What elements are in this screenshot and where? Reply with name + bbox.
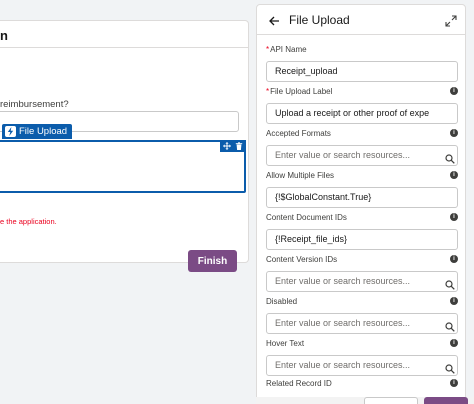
info-icon[interactable]: i — [450, 87, 458, 95]
api-name-label: *API Name — [266, 45, 307, 54]
search-icon[interactable] — [445, 151, 455, 164]
info-icon[interactable]: i — [450, 255, 458, 263]
component-actions — [220, 140, 246, 152]
canvas-header-title: n — [0, 28, 8, 43]
info-icon[interactable]: i — [450, 129, 458, 137]
panel-title: File Upload — [289, 13, 350, 27]
component-tag-label: File Upload — [19, 126, 68, 137]
lightning-bolt-icon — [5, 126, 16, 137]
search-icon[interactable] — [445, 319, 455, 332]
file-upload-label-label: *File Upload Label — [266, 87, 333, 96]
search-icon[interactable] — [445, 361, 455, 374]
canvas-header: n — [0, 21, 248, 48]
content-version-ids-input[interactable]: Enter value or search resources... — [266, 271, 458, 292]
file-upload-label-input[interactable]: Upload a receipt or other proof of expe — [266, 103, 458, 124]
accepted-formats-label: Accepted Formats — [266, 129, 331, 138]
api-name-input[interactable]: Receipt_upload — [266, 61, 458, 82]
content-document-ids-label: Content Document IDs — [266, 213, 347, 222]
allow-multiple-files-input[interactable]: {!$GlobalConstant.True} — [266, 187, 458, 208]
content-document-ids-input[interactable]: {!Receipt_file_ids} — [266, 229, 458, 250]
hover-text-input[interactable]: Enter value or search resources... — [266, 355, 458, 376]
arrow-left-icon[interactable] — [268, 14, 280, 26]
error-message: e the application. — [0, 217, 57, 226]
disabled-input[interactable]: Enter value or search resources... — [266, 313, 458, 334]
info-icon[interactable]: i — [450, 213, 458, 221]
properties-panel: File Upload *API Name Receipt_upload *Fi… — [256, 4, 466, 404]
hover-text-label: Hover Text — [266, 339, 305, 348]
finish-button[interactable]: Finish — [188, 250, 237, 272]
accepted-formats-input[interactable]: Enter value or search resources... — [266, 145, 458, 166]
info-icon[interactable]: i — [450, 297, 458, 305]
file-upload-component-tag[interactable]: File Upload — [2, 124, 73, 139]
move-icon[interactable] — [223, 137, 231, 155]
trash-icon[interactable] — [235, 137, 243, 155]
allow-multiple-files-label: Allow Multiple Files — [266, 171, 335, 180]
content-version-ids-label: Content Version IDs — [266, 255, 338, 264]
panel-header: File Upload — [257, 5, 465, 35]
cancel-button[interactable] — [364, 397, 418, 404]
related-record-id-label: Related Record ID — [266, 379, 332, 388]
disabled-label: Disabled — [266, 297, 298, 306]
info-icon[interactable]: i — [450, 171, 458, 179]
file-upload-component[interactable] — [0, 140, 246, 193]
info-icon[interactable]: i — [450, 339, 458, 347]
info-icon[interactable]: i — [450, 379, 458, 387]
page-edge — [466, 0, 474, 404]
expand-icon[interactable] — [445, 14, 457, 27]
done-button[interactable] — [424, 397, 468, 404]
search-icon[interactable] — [445, 277, 455, 290]
screen-canvas: n reimbursement? File Upload e the appli… — [0, 20, 249, 272]
question-label: reimbursement? — [0, 99, 69, 110]
